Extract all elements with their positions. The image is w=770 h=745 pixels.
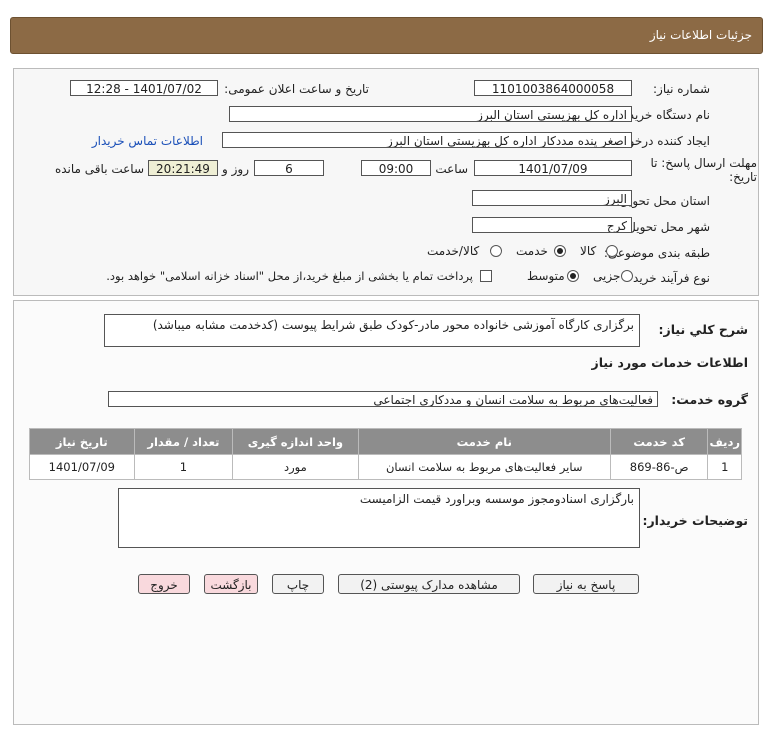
need-number-label: شماره نیاز: [653,82,710,96]
category-radio-goods-service[interactable] [490,245,502,257]
service-group-label: گروه خدمت: [671,392,748,407]
requester-field: اصغر پنده مددکار اداره کل بهزیستی استان … [222,132,632,148]
category-radio-goods[interactable] [606,245,618,257]
col-need-date: تاریخ نیاز [29,428,135,455]
process-option-medium: متوسط [527,269,565,283]
category-label: طبقه بندی موضوعی: [603,246,710,260]
back-button[interactable]: بازگشت [204,574,258,594]
col-service-name: نام خدمت [357,428,611,455]
deadline-time-field: 09:00 [361,160,431,176]
deadline-time-label: ساعت [435,162,468,176]
days-label: روز و [222,162,249,176]
need-number-field: 1101003864000058 [474,80,632,96]
remaining-time-field: 20:21:49 [148,160,218,176]
page-title: جزئیات اطلاعات نیاز [649,28,752,42]
description-label: شرح کلي نیاز: [658,322,748,337]
deadline-date-field: 1401/07/09 [474,160,632,176]
city-label: شهر محل تحویل: [623,220,710,234]
deadline-label: مهلت ارسال پاسخ: تا تاریخ: [650,156,757,184]
services-section-title: اطلاعات خدمات مورد نیاز [591,355,749,370]
buyer-notes-box: بارگزاری اسنادومجوز موسسه وبراورد قیمت ا… [118,488,640,548]
province-field: البرز [472,190,632,206]
reply-button[interactable]: پاسخ به نیاز [533,574,639,594]
view-attachments-button[interactable]: مشاهده مدارک پیوستی (2) [338,574,520,594]
cell-unit: مورد [232,454,359,480]
process-radio-medium[interactable] [567,270,579,282]
exit-button[interactable]: خروج [138,574,190,594]
buyer-contact-link[interactable]: اطلاعات تماس خریدار [92,134,203,148]
treasury-payment-checkbox[interactable] [480,270,492,282]
category-option-goods-service: کالا/خدمت [427,244,480,258]
page-header: جزئیات اطلاعات نیاز [10,17,763,54]
col-unit: واحد اندازه گیری [232,428,359,455]
category-option-service: خدمت [516,244,548,258]
col-row-number: ردیف [707,428,742,455]
category-radio-service[interactable] [554,245,566,257]
services-table: ردیف کد خدمت نام خدمت واحد اندازه گیری ت… [29,428,742,480]
col-service-code: کد خدمت [609,428,709,455]
service-group-field: فعالیت‌های مربوط به سلامت انسان و مددکار… [108,391,658,407]
cell-row-number: 1 [707,454,742,480]
description-box: برگزاری کارگاه آموزشی خانواده محور مادر-… [104,314,640,347]
cell-service-code: ص-86-869 [609,454,709,480]
treasury-payment-note: پرداخت تمام یا بخشی از مبلغ خرید،از محل … [106,269,473,283]
process-radio-minor[interactable] [621,270,633,282]
process-type-label: نوع فرآیند خرید : [625,271,710,285]
buyer-org-field: اداره کل بهزیستی استان البرز [229,106,632,122]
city-field: کرج [472,217,632,233]
days-field: 6 [254,160,324,176]
col-quantity: تعداد / مقدار [133,428,234,455]
cell-service-name: سایر فعالیت‌های مربوط به سلامت انسان [357,454,611,480]
table-row: 1 ص-86-869 سایر فعالیت‌های مربوط به سلام… [29,454,742,480]
remaining-time-label: ساعت باقی مانده [54,162,144,176]
process-option-minor: جزیی [593,269,621,283]
cell-quantity: 1 [133,454,234,480]
announce-datetime-field: 1401/07/02 - 12:28 [70,80,218,96]
announce-label: تاریخ و ساعت اعلان عمومی: [224,82,369,96]
cell-need-date: 1401/07/09 [29,454,135,480]
print-button[interactable]: چاپ [272,574,324,594]
services-table-header: ردیف کد خدمت نام خدمت واحد اندازه گیری ت… [29,428,742,455]
category-option-goods: کالا [580,244,597,258]
buyer-notes-label: توضیحات خریدار: [642,513,748,528]
